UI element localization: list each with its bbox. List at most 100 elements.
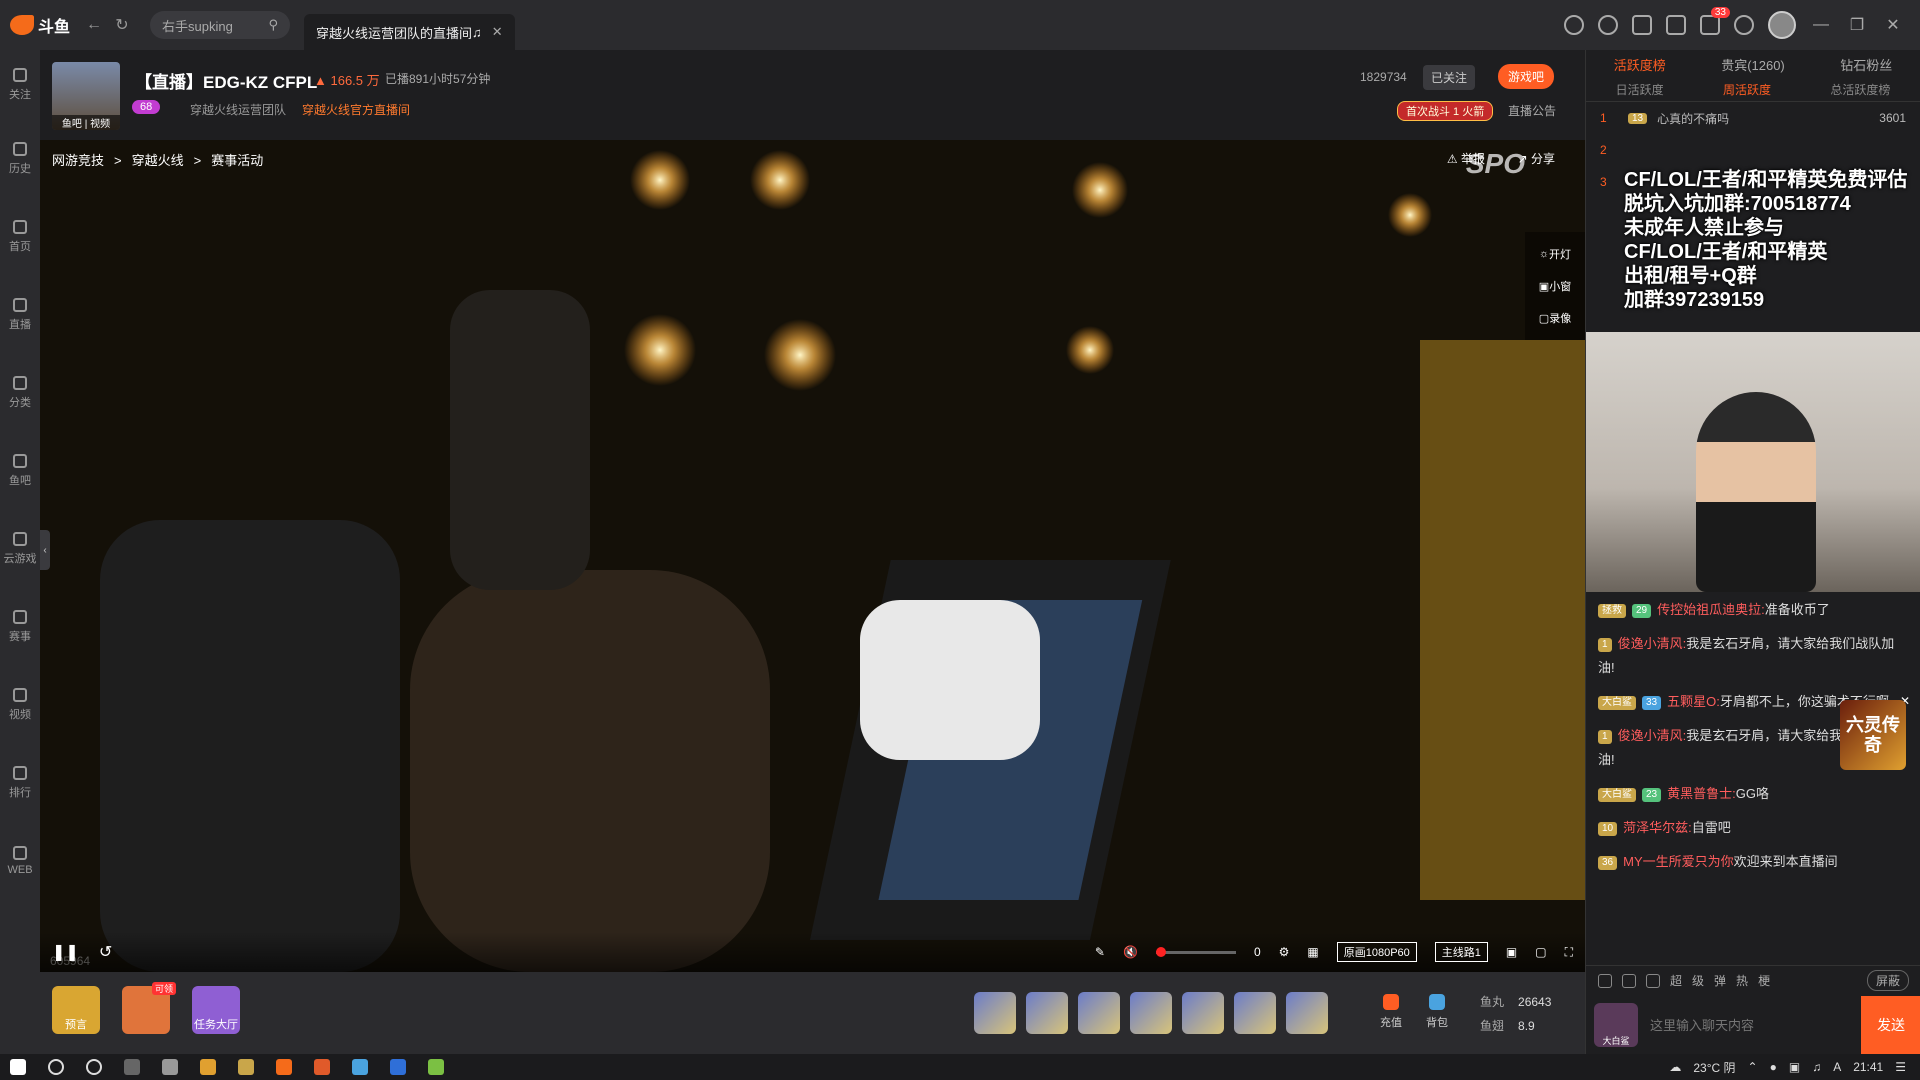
refresh-icon[interactable]: ↻ — [108, 11, 136, 39]
first-fight-badge[interactable]: 首次战斗 1 火箭 — [1397, 101, 1494, 121]
gift-item[interactable] — [1234, 992, 1276, 1034]
sidebar-item-events[interactable]: 赛事 — [0, 588, 40, 666]
pause-icon[interactable]: ❚❚ — [52, 942, 79, 962]
volume-knob[interactable] — [1155, 946, 1166, 957]
shield-button[interactable]: 屏蔽 — [1866, 970, 1909, 991]
game-ad[interactable]: 六灵传奇 — [1840, 700, 1906, 770]
breadcrumb-item[interactable]: 网游竞技 — [52, 153, 104, 168]
mic-icon[interactable]: ● — [1770, 1060, 1777, 1074]
chat-input[interactable] — [1638, 996, 1861, 1054]
close-window-icon[interactable]: ✕ — [1882, 15, 1904, 35]
volume-icon[interactable]: ♫ — [1812, 1060, 1821, 1074]
quality-button[interactable]: 原画1080P60 — [1336, 942, 1417, 962]
app-icon[interactable] — [200, 1059, 216, 1075]
minimize-icon[interactable]: — — [1810, 16, 1832, 34]
rank-row[interactable]: 2 — [1586, 134, 1920, 166]
subtab-weekly[interactable]: 周活跃度 — [1723, 81, 1771, 98]
super-danmu-button[interactable]: 超 — [1670, 972, 1682, 989]
app-icon[interactable] — [162, 1059, 178, 1075]
report-button[interactable]: ⚠ 举报 — [1447, 150, 1485, 167]
tray-expand-icon[interactable]: ⌃ — [1748, 1060, 1758, 1074]
chat-username[interactable]: MY一生所爱只为你 — [1623, 854, 1734, 869]
chat-username[interactable]: 黄黑普鲁士: — [1667, 786, 1736, 801]
edit-danmu-icon[interactable]: ✎ — [1095, 945, 1105, 959]
bag-button[interactable]: 背包 — [1426, 994, 1448, 1030]
app-icon[interactable] — [428, 1059, 444, 1075]
restore-icon[interactable]: ❐ — [1846, 15, 1868, 35]
host-thumbnail[interactable]: 鱼吧 | 视频 — [52, 62, 120, 130]
douyu-app-icon[interactable] — [276, 1059, 292, 1075]
sidebar-item-ranking[interactable]: 排行 — [0, 744, 40, 822]
app-icon[interactable] — [352, 1059, 368, 1075]
heart-icon[interactable] — [1598, 15, 1618, 35]
danmu-toggle-icon[interactable]: ▦ — [1307, 945, 1318, 959]
gift-item[interactable] — [1286, 992, 1328, 1034]
video-player[interactable]: 网游竞技 > 穿越火线 > 赛事活动 SPO ⚠ 举报 ↗ 分享 ☼ 开灯 ▣ 小窗 ▢… — [40, 140, 1585, 972]
chat-username[interactable]: 五颗星O: — [1667, 694, 1720, 709]
search-icon[interactable]: ⚲ — [268, 17, 278, 33]
douyu-logo[interactable]: 斗鱼 — [0, 0, 80, 50]
clock[interactable]: 21:41 — [1853, 1060, 1883, 1074]
level-danmu-button[interactable]: 级 — [1692, 972, 1704, 989]
crown-icon[interactable] — [1646, 973, 1660, 988]
sidebar-item-web[interactable]: WEB — [0, 822, 40, 900]
meme-button[interactable]: 梗 — [1758, 972, 1770, 989]
gift-item[interactable] — [1182, 992, 1224, 1034]
sidebar-item-cloud-game[interactable]: 云游戏 — [0, 510, 40, 588]
task-view-icon[interactable] — [124, 1059, 140, 1075]
chat-username[interactable]: 俊逸小清风: — [1618, 636, 1687, 651]
back-icon[interactable]: ← — [80, 11, 108, 39]
gift-box-card[interactable]: 可领 — [122, 982, 176, 1034]
sidebar-item-home[interactable]: 首页 — [0, 198, 40, 276]
settings-icon[interactable]: ⚙ — [1279, 945, 1290, 959]
chat-username[interactable]: 俊逸小清风: — [1618, 728, 1687, 743]
app-icon[interactable] — [238, 1059, 254, 1075]
line-button[interactable]: 主线路1 — [1434, 942, 1488, 962]
search-input[interactable]: 右手supking ⚲ — [150, 11, 290, 39]
message-icon[interactable]: 33 — [1700, 7, 1730, 35]
volume-slider[interactable] — [1155, 946, 1236, 957]
loop-icon[interactable]: ↺ — [99, 942, 112, 962]
mute-icon[interactable]: 🔇 — [1123, 945, 1138, 959]
gift-item[interactable] — [1078, 992, 1120, 1034]
recharge-button[interactable]: 充值 — [1380, 994, 1402, 1030]
breadcrumb-item[interactable]: 穿越火线 — [132, 153, 184, 168]
ime-indicator[interactable]: A — [1833, 1060, 1841, 1074]
chat-username[interactable]: 传控始祖瓜迪奥拉: — [1657, 602, 1765, 617]
fullscreen-icon[interactable]: ⛶ — [1565, 945, 1573, 960]
task-icon[interactable] — [1632, 15, 1652, 35]
tab-activity[interactable]: 活跃度榜 — [1614, 55, 1666, 74]
light-toggle-button[interactable]: ☼ 开灯 — [1525, 238, 1585, 270]
gift-item[interactable] — [974, 992, 1016, 1034]
sidebar-item-fishbar[interactable]: 鱼吧 — [0, 432, 40, 510]
network-icon[interactable]: ▣ — [1789, 1060, 1800, 1074]
pip-icon[interactable]: ▣ — [1506, 945, 1517, 959]
share-button[interactable]: ↗ 分享 — [1518, 150, 1555, 167]
team-name[interactable]: 穿越火线运营团队 — [190, 101, 286, 118]
sidebar-item-video[interactable]: 视频 — [0, 666, 40, 744]
megaphone-icon[interactable] — [1622, 973, 1636, 988]
game-bar-button[interactable]: 游戏吧 — [1498, 64, 1555, 89]
gift-item[interactable] — [1026, 992, 1068, 1034]
user-avatar[interactable] — [1768, 11, 1796, 39]
widescreen-icon[interactable]: ▢ — [1535, 945, 1546, 959]
hot-button[interactable]: 热 — [1736, 972, 1748, 989]
close-tab-icon[interactable]: ✕ — [492, 24, 503, 40]
emoji-icon[interactable] — [1598, 973, 1612, 988]
sidebar-item-history[interactable]: 历史 — [0, 120, 40, 198]
windows-start-icon[interactable] — [10, 1059, 26, 1075]
record-button[interactable]: ▢ 录像 — [1525, 302, 1585, 334]
mini-window-button[interactable]: ▣ 小窗 — [1525, 270, 1585, 302]
notification-icon[interactable]: ☰ — [1895, 1060, 1906, 1074]
app-icon[interactable] — [314, 1059, 330, 1075]
prophecy-card[interactable]: 预言 — [52, 986, 100, 1034]
weather[interactable]: 23°C 阴 — [1693, 1059, 1735, 1076]
follow-button[interactable]: 已关注 — [1423, 65, 1476, 90]
sidebar-item-category[interactable]: 分类 — [0, 354, 40, 432]
tab-diamond-fans[interactable]: 钻石粉丝 — [1840, 55, 1892, 74]
announcement-button[interactable]: 直播公告 — [1508, 102, 1556, 119]
subtab-daily[interactable]: 日活跃度 — [1616, 81, 1664, 98]
my-badge-avatar[interactable]: 大白鲨 — [1594, 1003, 1638, 1047]
sidebar-item-live[interactable]: 直播 — [0, 276, 40, 354]
barrage-button[interactable]: 弹 — [1714, 972, 1726, 989]
